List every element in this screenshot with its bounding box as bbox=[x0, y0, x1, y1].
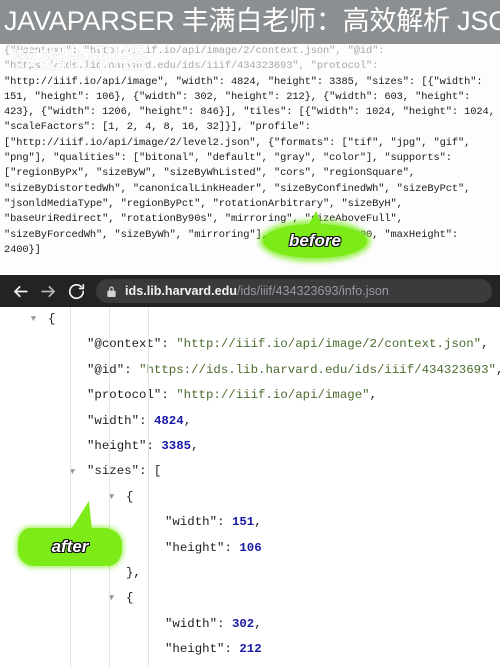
json-row-text: }, bbox=[126, 662, 141, 667]
json-row: "protocol": "http://iiif.io/api/image", bbox=[0, 383, 500, 408]
address-bar[interactable]: ids.lib.harvard.edu/ids/iiif/434323693/i… bbox=[96, 279, 492, 303]
json-row-text: "sizes": [ bbox=[87, 459, 161, 484]
callout-after-label: after bbox=[51, 536, 89, 556]
json-token-p: : bbox=[217, 515, 232, 530]
address-bar-url: ids.lib.harvard.edu/ids/iiif/434323693/i… bbox=[125, 279, 389, 303]
json-token-p: : bbox=[224, 642, 240, 657]
json-token-p: { bbox=[126, 591, 134, 606]
json-token-p: : bbox=[217, 616, 232, 631]
json-token-p: , bbox=[369, 388, 377, 403]
json-token-k: "height" bbox=[165, 642, 225, 657]
page-title-line-1: JAVAPARSER 丰满白老师：高效解析 JSON bbox=[4, 6, 500, 36]
json-row: "width": 4824, bbox=[0, 409, 500, 434]
json-row-text: "height": 3385, bbox=[87, 434, 199, 459]
json-token-str: "https://ids.lib.harvard.edu/ids/iiif/43… bbox=[139, 362, 496, 377]
lock-icon bbox=[106, 285, 117, 298]
json-row-text: "height": 106 bbox=[165, 536, 262, 561]
json-collapse-triangle-icon[interactable]: ▼ bbox=[28, 314, 39, 325]
json-token-p: , bbox=[191, 438, 199, 453]
json-token-p: { bbox=[126, 489, 134, 504]
json-row-text: "width": 4824, bbox=[87, 409, 191, 434]
callout-before-label: before bbox=[288, 230, 341, 250]
json-row-text: "width": 151, bbox=[165, 510, 262, 535]
json-row-text: "height": 212 bbox=[165, 637, 262, 662]
json-row-text: { bbox=[126, 485, 133, 510]
json-row: "@context": "http://iiif.io/api/image/2/… bbox=[0, 332, 500, 357]
json-token-num: 151 bbox=[231, 515, 255, 530]
url-domain: ids.lib.harvard.edu bbox=[125, 284, 237, 298]
json-collapse-triangle-icon[interactable]: ▼ bbox=[106, 593, 117, 604]
json-row: }, bbox=[0, 662, 500, 667]
json-row: ▼{ bbox=[0, 485, 500, 510]
json-rows-container: ▼{"@context": "http://iiif.io/api/image/… bbox=[0, 307, 500, 667]
json-token-str: "http://iiif.io/api/image/2/context.json… bbox=[176, 337, 482, 352]
json-token-p: : bbox=[161, 388, 177, 403]
json-collapse-triangle-icon[interactable]: ▼ bbox=[106, 492, 117, 503]
json-row-text: "protocol": "http://iiif.io/api/image", bbox=[87, 383, 377, 408]
json-row: "@id": "https://ids.lib.harvard.edu/ids/… bbox=[0, 358, 500, 383]
json-viewer[interactable]: ▼{"@context": "http://iiif.io/api/image/… bbox=[0, 307, 500, 667]
json-token-k: "height" bbox=[165, 540, 225, 555]
json-token-p: : bbox=[161, 337, 177, 352]
callout-before: before bbox=[263, 224, 367, 258]
json-token-num: 302 bbox=[231, 616, 255, 631]
json-token-num: 106 bbox=[239, 540, 262, 555]
browser-toolbar: ids.lib.harvard.edu/ids/iiif/434323693/i… bbox=[0, 275, 500, 307]
raw-json-body: {"@context": "http://iiif.io/api/image/2… bbox=[4, 44, 500, 258]
json-row: "width": 302, bbox=[0, 612, 500, 637]
json-token-num: 212 bbox=[239, 642, 262, 657]
callout-after: after bbox=[18, 528, 122, 566]
json-token-k: "@id" bbox=[87, 362, 125, 377]
json-token-p: : bbox=[139, 413, 154, 428]
json-collapse-triangle-icon[interactable]: ▼ bbox=[67, 467, 78, 478]
arrow-right-icon bbox=[39, 282, 58, 301]
json-token-str: "http://iiif.io/api/image" bbox=[176, 388, 370, 403]
json-token-p: { bbox=[48, 312, 56, 326]
arrow-left-icon bbox=[11, 282, 30, 301]
json-row-text: { bbox=[126, 586, 133, 611]
json-row-text: }, bbox=[126, 561, 141, 586]
json-token-p: , bbox=[183, 413, 192, 428]
json-token-p: : bbox=[224, 540, 240, 555]
url-path: /ids/iiif/434323693/info.json bbox=[236, 284, 389, 298]
json-indent-guide bbox=[109, 307, 110, 667]
json-row-text: "width": 302, bbox=[165, 612, 262, 637]
json-row: "height": 212 bbox=[0, 637, 500, 662]
json-token-num: 4824 bbox=[153, 413, 184, 428]
reload-button[interactable] bbox=[62, 277, 90, 305]
json-token-k: "protocol" bbox=[87, 388, 162, 403]
json-row: ▼{ bbox=[0, 307, 500, 332]
page-title-line-2: 数据的利器 bbox=[12, 44, 147, 74]
json-token-p: }, bbox=[126, 565, 141, 580]
json-indent-guide bbox=[70, 307, 71, 667]
forward-button[interactable] bbox=[34, 277, 62, 305]
raw-json-main-body: "http://iiif.io/api/image", "width": 482… bbox=[4, 75, 495, 256]
json-row: ▼{ bbox=[0, 586, 500, 611]
json-token-p: : bbox=[124, 362, 140, 377]
json-token-p: , bbox=[254, 515, 262, 530]
json-row: ▼ "sizes": [ bbox=[0, 459, 500, 484]
json-token-k: "width" bbox=[165, 515, 218, 530]
json-token-p: : [ bbox=[139, 464, 162, 479]
json-token-p: , bbox=[481, 337, 489, 352]
json-token-p: , bbox=[254, 616, 262, 631]
json-indent-guide bbox=[148, 307, 149, 667]
json-token-p: , bbox=[496, 363, 500, 377]
json-token-k: "width" bbox=[165, 616, 218, 631]
back-button[interactable] bbox=[6, 277, 34, 305]
json-token-num: 3385 bbox=[161, 438, 192, 453]
json-row-text: { bbox=[48, 307, 55, 332]
screenshot-root: { "@context": "http://iiif.io/api/image/2… bbox=[0, 0, 500, 667]
json-token-k: "height" bbox=[87, 438, 147, 453]
json-token-k: "sizes" bbox=[87, 464, 140, 479]
json-token-k: "width" bbox=[87, 413, 140, 428]
json-row: "height": 3385, bbox=[0, 434, 500, 459]
reload-icon bbox=[67, 282, 86, 301]
json-token-k: "@context" bbox=[87, 337, 162, 352]
